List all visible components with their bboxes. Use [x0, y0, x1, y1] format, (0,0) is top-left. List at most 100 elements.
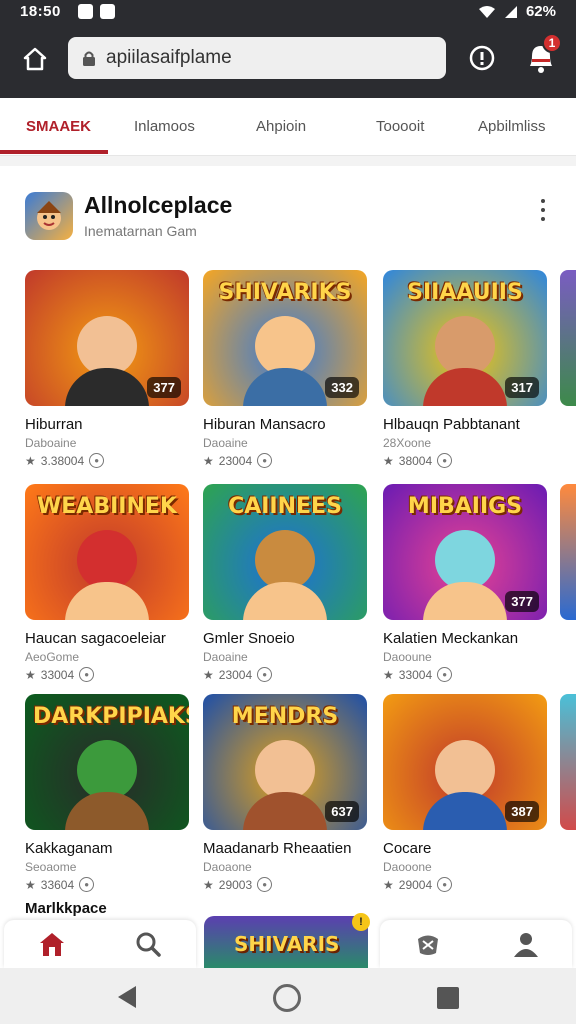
recents-icon[interactable] [437, 987, 459, 1009]
marketplace-art-title: SHIVARIS [234, 932, 340, 956]
age-rating-icon: ● [89, 453, 105, 468]
game-title: Cocare [383, 840, 432, 857]
address-input[interactable] [106, 47, 426, 69]
alert-icon[interactable] [468, 44, 496, 72]
character-illustration [65, 368, 149, 406]
next-card-peek[interactable] [560, 270, 576, 406]
game-rating-badge: 317 [505, 377, 539, 398]
game-card[interactable]: DARKPIPIAKS Kakkaganam Seoaome ★ 33604 ● [25, 694, 189, 892]
more-vert-icon[interactable] [532, 196, 554, 224]
character-illustration [435, 316, 495, 376]
game-card[interactable]: SHIVARIKS 332 Hiburan Mansacro Daoaine ★ 2300… [203, 270, 367, 468]
game-card[interactable]: MENDRS 637 Maadanarb Rheaatien Daoaone ★ 2900… [203, 694, 367, 892]
game-card[interactable]: 387 Cocare Daooone ★ 29004 ● [383, 694, 547, 892]
game-art-title: MIBAIIGS [407, 494, 523, 519]
game-thumbnail[interactable]: WEABIINEK [25, 484, 189, 620]
age-rating-icon: ● [437, 667, 453, 682]
game-title: Gmler Snoeio [203, 630, 295, 647]
tab-2[interactable]: Inlamoos [134, 118, 195, 135]
tab-1[interactable]: SMAAEK [26, 118, 91, 135]
game-category: Daoaone [203, 860, 252, 874]
game-rating-badge: 377 [505, 591, 539, 612]
game-downloads: 38004 [398, 453, 433, 468]
game-thumbnail[interactable]: MENDRS 637 [203, 694, 367, 830]
status-bar: 18:50 62% [0, 0, 576, 26]
marketplace-card-thumb[interactable]: SHIVARIS [204, 916, 368, 968]
game-card[interactable]: CAIINEES Gmler Snoeio Daoaine ★ 23004 ● [203, 484, 367, 682]
search-icon[interactable] [134, 930, 162, 958]
game-card[interactable]: MIBAIIGS 377 Kalatien Meckankan Daooune ★ 330… [383, 484, 547, 682]
character-illustration [77, 530, 137, 590]
game-card[interactable]: WEABIINEK Haucan sagacoeleiar AeoGome ★ 3300… [25, 484, 189, 682]
profile-icon[interactable] [512, 930, 540, 958]
game-meta: ★ 33004 ● [25, 667, 189, 682]
game-title: Hlbauqn Pabbtanant [383, 416, 520, 433]
address-bar[interactable] [68, 37, 446, 79]
game-downloads: 3.38004 [40, 453, 85, 468]
game-rating-badge: 332 [325, 377, 359, 398]
home-icon[interactable] [38, 930, 66, 958]
character-illustration [243, 792, 327, 830]
game-meta: ★ 29004 ● [383, 877, 547, 892]
game-card[interactable]: SIIAAUIIS 317 Hlbauqn Pabbtanant 28Xoone ★ 38… [383, 270, 547, 468]
game-rating-badge: 377 [147, 377, 181, 398]
next-card-peek[interactable] [560, 484, 576, 620]
lock-icon [83, 51, 95, 66]
game-art-title: SIIAAUIIS [407, 280, 523, 305]
game-thumbnail[interactable]: SHIVARIKS 332 [203, 270, 367, 406]
game-art-title: MENDRS [231, 704, 339, 729]
browser-home-button[interactable] [20, 44, 50, 74]
game-thumbnail[interactable]: 387 [383, 694, 547, 830]
character-illustration [77, 740, 137, 800]
game-thumbnail[interactable]: DARKPIPIAKS [25, 694, 189, 830]
peek-badge: ! [352, 913, 370, 931]
notification-icon [78, 4, 93, 19]
game-category: Seoaome [25, 860, 77, 874]
character-illustration [243, 582, 327, 620]
character-illustration [65, 582, 149, 620]
game-thumbnail[interactable]: CAIINEES [203, 484, 367, 620]
app-logo [25, 192, 73, 240]
game-category: AeoGome [25, 650, 80, 664]
game-thumbnail[interactable]: 377 [25, 270, 189, 406]
back-icon[interactable] [118, 986, 136, 1008]
game-downloads: 23004 [218, 667, 253, 682]
next-card-peek[interactable] [560, 694, 576, 830]
signal-icon [504, 5, 517, 18]
age-rating-icon: ● [257, 667, 273, 682]
game-card[interactable]: 377 Hiburran Daboaine ★ 3.38004 ● [25, 270, 189, 468]
game-rating-badge: 637 [325, 801, 359, 822]
character-illustration [423, 368, 507, 406]
gallery-icon [100, 4, 115, 19]
game-category: Daboaine [25, 436, 77, 450]
game-downloads: 23004 [218, 453, 253, 468]
age-rating-icon: ● [257, 453, 273, 468]
game-downloads: 29004 [398, 877, 433, 892]
game-thumbnail[interactable]: MIBAIIGS 377 [383, 484, 547, 620]
home-outline-icon [23, 47, 47, 71]
gamepad-icon[interactable] [414, 930, 442, 958]
game-category: Daoaine [203, 650, 248, 664]
star-icon: ★ [25, 667, 36, 682]
game-art-title: SHIVARIKS [218, 280, 352, 305]
character-illustration [65, 792, 149, 830]
star-icon: ★ [383, 667, 394, 682]
game-meta: ★ 3.38004 ● [25, 453, 189, 468]
section-divider [0, 156, 576, 166]
star-icon: ★ [25, 453, 36, 468]
tab-5[interactable]: Apbilmliss [478, 118, 546, 135]
tab-4[interactable]: Tooooit [376, 118, 424, 135]
game-title: Kalatien Meckankan [383, 630, 519, 647]
game-category: Daoaine [203, 436, 248, 450]
category-tabs: SMAAEK Inlamoos Ahpioin Tooooit Apbilmli… [0, 98, 576, 156]
section-subtitle: Inematarnan Gam [84, 223, 197, 239]
age-rating-icon: ● [437, 453, 453, 468]
game-title: Hiburan Mansacro [203, 416, 326, 433]
home-circle-icon[interactable] [273, 984, 301, 1012]
game-downloads: 33004 [398, 667, 433, 682]
active-tab-indicator [0, 150, 108, 154]
star-icon: ★ [25, 877, 36, 892]
star-icon: ★ [383, 877, 394, 892]
game-thumbnail[interactable]: SIIAAUIIS 317 [383, 270, 547, 406]
tab-3[interactable]: Ahpioin [256, 118, 306, 135]
